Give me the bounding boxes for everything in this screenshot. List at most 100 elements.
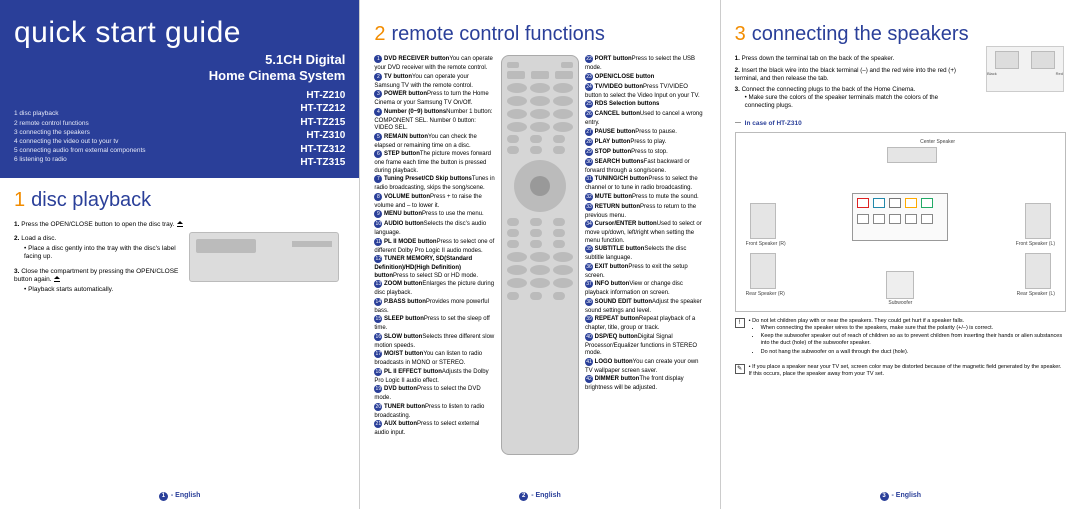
step-sub: • Playback starts automatically. — [24, 286, 186, 294]
callout-item: 6 STEP buttonThe picture moves forward o… — [374, 150, 495, 175]
subwoofer-label: Subwoofer — [888, 300, 912, 306]
callout-item: 8 VOLUME buttonPress + to raise the volu… — [374, 193, 495, 211]
callout-item: 33 RETURN buttonPress to return to the p… — [585, 203, 706, 221]
callout-item: 11 PL II MODE buttonPress to select one … — [374, 238, 495, 256]
callout-item: 29 STOP buttonPress to stop. — [585, 148, 706, 158]
toc-item: 5 connecting audio from external compone… — [14, 146, 146, 155]
case-label: In case of HT-Z310 — [735, 120, 1066, 128]
page-footer: 2- English — [360, 492, 719, 501]
connect-steps: 1. Press down the terminal tab on the ba… — [735, 55, 960, 110]
callout-item: 13 ZOOM buttonEnlarges the picture durin… — [374, 280, 495, 298]
callout-item: 27 PAUSE buttonPress to pause. — [585, 128, 706, 138]
model: HT-TZ312 — [209, 143, 346, 157]
model: HT-TZ212 — [209, 102, 346, 116]
front-speaker-l-label: Front Speaker (L) — [1016, 241, 1055, 247]
remote-illustration — [501, 55, 579, 455]
section-number: 3 — [735, 22, 746, 47]
callout-item: 1 DVD RECEIVER buttonYou can operate you… — [374, 55, 495, 73]
callout-item: 18 PL II EFFECT buttonAdjusts the Dolby … — [374, 368, 495, 386]
callout-item: 37 INFO buttonView or change disc playba… — [585, 280, 706, 298]
callout-item: 20 TUNER buttonPress to listen to radio … — [374, 403, 495, 421]
subwoofer-icon — [886, 271, 914, 299]
center-speaker-label: Center Speaker — [920, 139, 955, 145]
cover-toc: 1 disc playback 2 remote control functio… — [14, 109, 146, 164]
eject-icon — [176, 221, 184, 227]
section-title: connecting the speakers — [752, 22, 969, 47]
callout-item: 10 AUDIO buttonSelects the disc's audio … — [374, 220, 495, 238]
callout-item: 26 CANCEL buttonUsed to cancel a wrong e… — [585, 110, 706, 128]
guide-title: quick start guide — [14, 14, 345, 52]
note-text: If you place a speaker near your TV set,… — [749, 364, 1062, 377]
model: HT-Z210 — [209, 89, 346, 103]
page-footer: 1- English — [0, 492, 359, 501]
callout-item: 30 SEARCH buttonsFast backward or forwar… — [585, 158, 706, 176]
section-number: 2 — [374, 22, 385, 47]
section-title: disc playback — [31, 188, 151, 213]
front-speaker-r-icon — [750, 203, 776, 239]
callout-item: 7 Tuning Preset/CD Skip buttonsTunes in … — [374, 175, 495, 193]
section-title: remote control functions — [391, 22, 604, 47]
callout-item: 19 DVD buttonPress to select the DVD mod… — [374, 385, 495, 403]
terminal-diagram: Black Red — [986, 46, 1064, 92]
page-1: quick start guide 5.1CH Digital Home Cin… — [0, 0, 360, 509]
callout-item: 38 SOUND EDIT buttonAdjust the speaker s… — [585, 298, 706, 316]
device-illustration — [189, 232, 339, 282]
page-3: 3 connecting the speakers Black Red 1. P… — [721, 0, 1080, 509]
terminal-black-label: Black — [987, 71, 997, 76]
toc-item: 1 disc playback — [14, 109, 146, 118]
model: HT-Z310 — [209, 129, 346, 143]
callouts-left: 1 DVD RECEIVER buttonYou can operate you… — [374, 55, 495, 455]
toc-item: 6 listening to radio — [14, 155, 146, 164]
callout-item: 35 SUBTITLE buttonSelects the disc subti… — [585, 245, 706, 263]
model: HT-TZ215 — [209, 116, 346, 130]
callout-item: 34 Cursor/ENTER buttonUsed to select or … — [585, 220, 706, 245]
warning-icon: ! — [735, 318, 745, 328]
product-line-2: Home Cinema System — [209, 68, 346, 84]
model: HT-TZ315 — [209, 156, 346, 170]
wiring-diagram: Center Speaker Front Speaker (R) Front S… — [735, 132, 1066, 312]
callout-item: 9 MENU buttonPress to use the menu. — [374, 210, 495, 220]
callout-item: 12 TUNER MEMORY, SD(Standard Definition)… — [374, 255, 495, 280]
callout-item: 22 PORT buttonPress to select the USB mo… — [585, 55, 706, 73]
terminal-red-label: Red — [1056, 71, 1063, 76]
callout-item: 15 SLEEP buttonPress to set the sleep of… — [374, 315, 495, 333]
front-speaker-r-label: Front Speaker (R) — [746, 241, 786, 247]
callout-item: 40 DSP/EQ buttonDigital Signal Processor… — [585, 333, 706, 358]
step-text: Connect the connecting plugs to the back… — [742, 86, 916, 93]
callout-item: 5 REMAIN buttonYou can check the elapsed… — [374, 133, 495, 151]
step-text: Load a disc. — [21, 235, 56, 242]
step-text: Insert the black wire into the black ter… — [735, 67, 956, 82]
callout-item: 39 REPEAT buttonRepeat playback of a cha… — [585, 315, 706, 333]
callout-item: 23 OPEN/CLOSE button — [585, 73, 706, 83]
section-number: 1 — [14, 188, 25, 213]
callout-item: 14 P.BASS buttonProvides more powerful b… — [374, 298, 495, 316]
note-bullet: Keep the subwoofer speaker out of reach … — [761, 333, 1066, 347]
product-line-1: 5.1CH Digital — [209, 52, 346, 68]
info-icon: ✎ — [735, 364, 745, 374]
callout-item: 4 Number (0~9) buttonsNumber 1 button: C… — [374, 108, 495, 133]
callout-item: 36 EXIT buttonPress to exit the setup sc… — [585, 263, 706, 281]
cover-panel: quick start guide 5.1CH Digital Home Cin… — [0, 0, 359, 178]
callouts-right: 22 PORT buttonPress to select the USB mo… — [585, 55, 706, 455]
note-text: Do not let children play with or near th… — [752, 318, 964, 324]
callout-item: 16 SLOW buttonSelects three different sl… — [374, 333, 495, 351]
warning-note: ! • Do not let children play with or nea… — [735, 318, 1066, 358]
note-bullet: Do not hang the subwoofer on a wall thro… — [761, 349, 1066, 356]
info-note: ✎ • If you place a speaker near your TV … — [735, 364, 1066, 378]
step-sub: Make sure the colors of the speaker term… — [745, 94, 938, 109]
rear-speaker-l-label: Rear Speaker (L) — [1017, 291, 1055, 297]
callout-item: 28 PLAY buttonPress to play. — [585, 138, 706, 148]
toc-item: 4 connecting the video out to your tv — [14, 137, 146, 146]
callout-item: 3 POWER buttonPress to turn the Home Cin… — [374, 90, 495, 108]
callout-item: 25 RDS Selection buttons — [585, 100, 706, 110]
rear-speaker-r-icon — [750, 253, 776, 289]
page-2: 2 remote control functions 1 DVD RECEIVE… — [360, 0, 720, 509]
callout-item: 21 AUX buttonPress to select external au… — [374, 420, 495, 438]
callout-item: 17 MO/ST buttonYou can listen to radio b… — [374, 350, 495, 368]
callout-item: 31 TUNING/CH buttonPress to select the c… — [585, 175, 706, 193]
disc-playback-steps: 1. Press the OPEN/CLOSE button to open t… — [14, 221, 186, 294]
step-text: Press the OPEN/CLOSE button to open the … — [21, 221, 174, 228]
toc-item: 2 remote control functions — [14, 119, 146, 128]
callout-item: 32 MUTE buttonPress to mute the sound. — [585, 193, 706, 203]
step-text: Press down the terminal tab on the back … — [742, 55, 895, 62]
